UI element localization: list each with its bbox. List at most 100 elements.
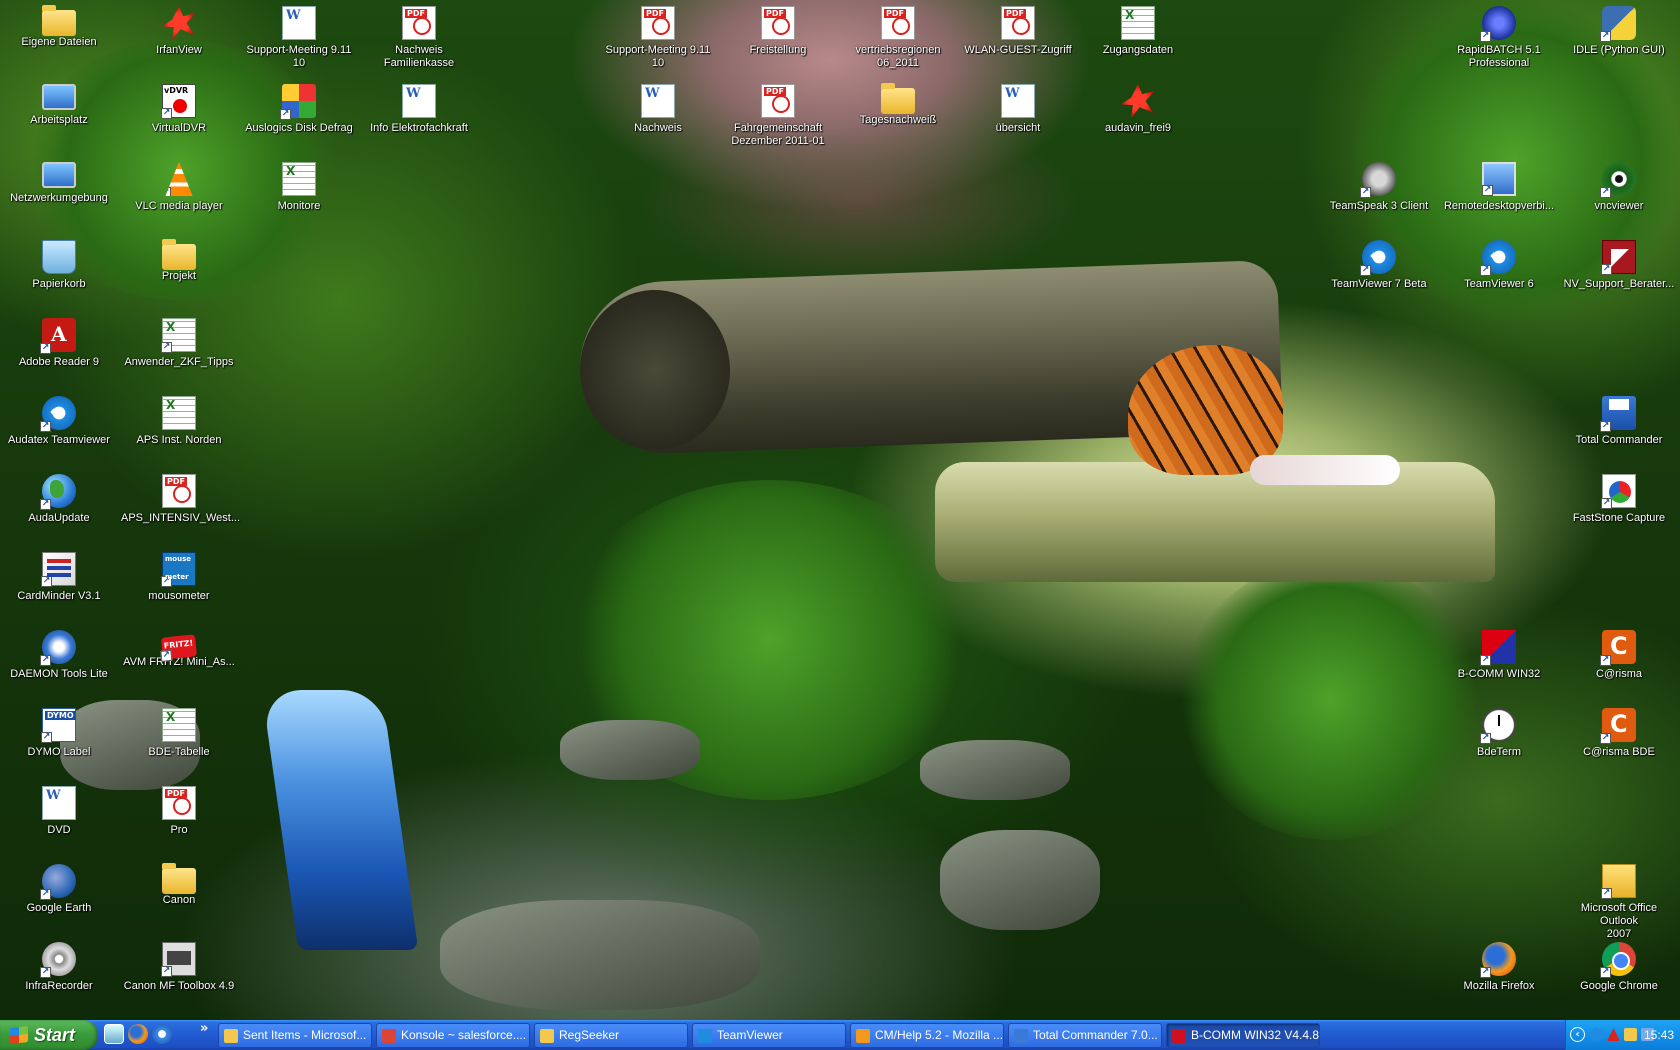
desktop-icon[interactable]: ↗ InfraRecorder [1,940,117,1012]
desktop-icon-label: Zugangsdaten [1102,44,1174,56]
carisma-icon: ↗ [1600,630,1636,666]
taskbar-button[interactable]: Total Commander 7.0... [1008,1023,1162,1048]
taskbar-button[interactable]: RegSeeker [534,1023,688,1048]
shortcut-arrow-icon: ↗ [161,31,171,41]
desktop-icon[interactable]: ↗ BdeTerm [1441,706,1557,778]
desktop-icon-label: Info Elektrofachkraft [370,122,468,134]
desktop-icon[interactable]: WLAN-GUEST-Zugriff [960,4,1076,76]
desktop-icon[interactable]: Tagesnachweiß [840,82,956,154]
excel-document-icon: ↗ [161,318,196,353]
desktop-icon[interactable]: BDE-Tabelle [121,706,237,778]
desktop-icon[interactable]: ↗ Audatex Teamviewer [1,394,117,466]
desktop-icon[interactable]: ↗ Google Earth [1,862,117,934]
desktop-icon[interactable]: ↗ TeamSpeak 3 Client [1321,160,1437,232]
rapidbatch-icon: ↗ [1480,6,1516,42]
vnc-eye-icon: ↗ [1600,162,1636,198]
desktop-icon-label: TeamViewer 6 [1464,278,1534,290]
desktop-icon[interactable]: ↗ VLC media player [121,160,237,232]
desktop-icon-label: InfraRecorder [25,980,93,992]
pdf-document-icon [162,474,196,508]
desktop-icon-label: FastStone Capture [1572,512,1666,524]
taskbar-button[interactable]: B-COMM WIN32 V4.4.8 [1166,1023,1320,1048]
taskbar-button[interactable]: TeamViewer [692,1023,846,1048]
desktop-icon[interactable]: ↗ AudaUpdate [1,472,117,544]
adobe-reader-icon: ↗ [40,318,76,354]
desktop-icon[interactable]: ↗ B-COMM WIN32 [1441,628,1557,700]
desktop-icon[interactable]: Projekt [121,238,237,310]
desktop-icon[interactable]: ↗ RapidBATCH 5.1 Professional [1441,4,1557,76]
quick-launch-more-button[interactable]: » [200,1021,208,1036]
desktop-icon-label: Freistellung [749,44,807,56]
desktop-icon[interactable]: Support-Meeting 9.11 10 [241,4,357,76]
desktop-icon[interactable]: ↗ CardMinder V3.1 [1,550,117,622]
shortcut-arrow-icon: ↗ [41,576,52,587]
taskbar-button[interactable]: CM/Help 5.2 - Mozilla ... [850,1023,1004,1048]
desktop-icon[interactable]: Netzwerkumgebung [1,160,117,232]
outlook-tray-icon[interactable] [1624,1028,1637,1041]
taskbar-button[interactable]: Sent Items - Microsof... [218,1023,372,1048]
desktop-icon[interactable]: Support-Meeting 9.11 10 [600,4,716,76]
desktop-icon[interactable]: ↗ Remotedesktopverbi... [1441,160,1557,232]
desktop-icon[interactable]: ↗ DAEMON Tools Lite [1,628,117,700]
desktop-icon[interactable]: ↗ Anwender_ZKF_Tipps [121,316,237,388]
firefox-quicklaunch-icon[interactable] [128,1024,148,1044]
desktop-icon[interactable]: Canon [121,862,237,934]
desktop-icon[interactable]: Fahrgemeinschaft Dezember 2011-01 [720,82,836,154]
desktop-icon[interactable]: ↗AVM FRITZ! Mini_As... [121,628,237,700]
desktop-icon-label: C@risma [1596,668,1642,680]
desktop-icon[interactable]: vertriebsregionen 06_2011 [840,4,956,76]
desktop-icon[interactable]: ↗ C@risma [1561,628,1677,700]
desktop-icon[interactable]: ↗ Canon MF Toolbox 4.9 [121,940,237,1012]
desktop-icon[interactable]: ↗ Adobe Reader 9 [1,316,117,388]
desktop-icon[interactable]: APS_INTENSIV_West... [121,472,240,544]
start-button[interactable]: Start [0,1020,98,1050]
desktop-icon[interactable]: ↗ NV_Support_Berater... [1561,238,1677,310]
desktop-icon[interactable]: ↗ TeamViewer 6 [1441,238,1557,310]
show-desktop-icon[interactable] [104,1024,124,1044]
desktop-icon[interactable]: übersicht [960,82,1076,154]
desktop-icon[interactable]: ↗ IDLE (Python GUI) [1561,4,1677,76]
desktop-icon[interactable]: Nachweis [600,82,716,154]
desktop-icon[interactable]: ↗ Total Commander [1561,394,1677,466]
desktop-icon[interactable]: Monitore [241,160,357,232]
desktop-icon[interactable]: ↗ VirtualDVR [121,82,237,154]
desktop-icon[interactable]: Zugangsdaten [1080,4,1196,76]
infrarecorder-icon: ↗ [40,942,76,978]
remote-desktop-icon: ↗ [1482,162,1516,196]
desktop-icon[interactable]: Info Elektrofachkraft [361,82,477,154]
desktop-icon-label: BDE-Tabelle [148,746,210,758]
taskbar-button[interactable]: Konsole ~ salesforce.... [376,1023,530,1048]
network-icon [42,162,76,188]
desktop-icon[interactable]: audavin_frei9 [1080,82,1196,154]
desktop-icon[interactable]: Pro [121,784,237,856]
desktop-icon[interactable]: ↗ TeamViewer 7 Beta [1321,238,1437,310]
desktop-icon[interactable]: ↗ FastStone Capture [1561,472,1677,544]
desktop-icon[interactable]: Eigene Dateien [1,4,117,76]
desktop-icon[interactable]: Arbeitsplatz [1,82,117,154]
desktop-icon[interactable]: ↗ Microsoft Office Outlook 2007 [1561,862,1677,940]
desktop-icon[interactable]: ↗ Auslogics Disk Defrag [241,82,357,154]
desktop-icon[interactable]: Nachweis Familienkasse [361,4,477,76]
desktop-icon[interactable]: Freistellung [720,4,836,76]
desktop-icon[interactable]: ↗ Google Chrome [1561,940,1677,1012]
desktop-icon[interactable]: DVD [1,784,117,856]
desktop-icon[interactable]: ↗ IrfanView [121,4,237,76]
desktop-icon[interactable]: APS Inst. Norden [121,394,237,466]
desktop-icon[interactable]: ↗ vncviewer [1561,160,1677,232]
show-hidden-icons-button[interactable]: ‹ [1570,1027,1585,1042]
desktop-icon[interactable]: ↗ DYMO Label [1,706,117,778]
teamviewer-tray-icon[interactable] [1590,1028,1603,1041]
desktop-icon[interactable]: ↗ Mozilla Firefox [1441,940,1557,1012]
desktop-icon[interactable]: Papierkorb [1,238,117,310]
desktop-icon-label: B-COMM WIN32 [1457,668,1541,680]
clock[interactable]: 15:43 [1644,1020,1674,1050]
teamviewer-icon: ↗ [1360,240,1396,276]
desktop-icon[interactable]: ↗ C@risma BDE [1561,706,1677,778]
pdf-document-icon [761,84,795,118]
desktop-icon-label: IrfanView [156,44,202,56]
start-label: Start [34,1025,76,1045]
nv-support-icon: ↗ [1601,240,1636,275]
internet-explorer-icon[interactable] [152,1024,172,1044]
desktop-icon[interactable]: ↗ mousometer [121,550,237,622]
adobe-tray-icon[interactable] [1607,1028,1620,1041]
